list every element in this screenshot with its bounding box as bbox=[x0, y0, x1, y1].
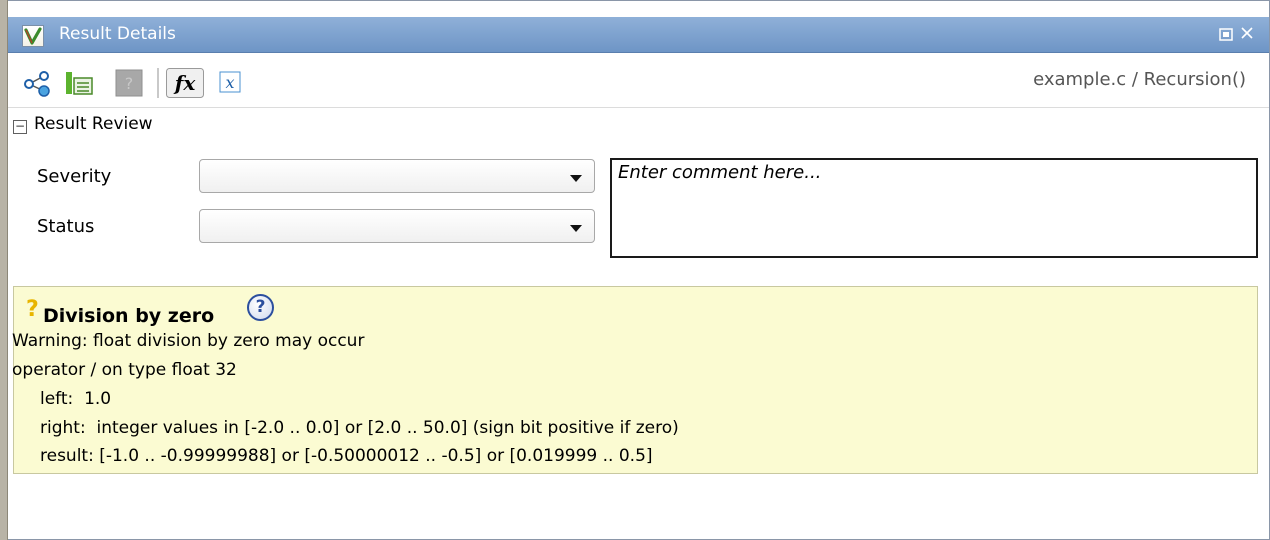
restore-icon[interactable] bbox=[1219, 26, 1233, 41]
severity-label: Severity bbox=[37, 166, 112, 187]
result-line: result: [-1.0 .. -0.99999988] or [-0.500… bbox=[40, 446, 653, 466]
chevron-down-icon bbox=[570, 225, 582, 232]
orange-check-icon: ? bbox=[26, 297, 39, 322]
fx-icon[interactable]: fx bbox=[166, 68, 204, 98]
severity-dropdown[interactable] bbox=[199, 159, 595, 193]
result-line: left: 1.0 bbox=[40, 389, 112, 409]
svg-text:fx: fx bbox=[173, 71, 197, 95]
x-variable-icon[interactable]: x bbox=[217, 68, 247, 98]
call-graph-icon[interactable] bbox=[22, 68, 52, 98]
comment-field[interactable]: Enter comment here... bbox=[610, 158, 1258, 258]
help-disabled-icon[interactable]: ? bbox=[114, 68, 144, 98]
comment-placeholder: Enter comment here... bbox=[618, 162, 822, 183]
toolbar-separator bbox=[157, 68, 159, 98]
result-line: operator / on type float 32 bbox=[12, 360, 237, 380]
svg-text:x: x bbox=[225, 73, 234, 92]
window-title: Result Details bbox=[59, 24, 176, 44]
left-frame-edge bbox=[0, 0, 8, 540]
result-title: Division by zero bbox=[43, 305, 215, 327]
status-dropdown[interactable] bbox=[199, 209, 595, 243]
help-icon[interactable]: ? bbox=[247, 294, 274, 321]
close-icon[interactable] bbox=[1239, 22, 1255, 42]
svg-text:?: ? bbox=[125, 74, 134, 93]
collapse-toggle-icon[interactable]: − bbox=[13, 120, 27, 134]
breadcrumb: example.c / Recursion() bbox=[1033, 69, 1246, 90]
app-icon bbox=[22, 25, 44, 47]
result-line: right: integer values in [-2.0 .. 0.0] o… bbox=[40, 418, 679, 438]
title-bar bbox=[8, 17, 1269, 53]
result-line: Warning: float division by zero may occu… bbox=[12, 331, 365, 351]
section-title: Result Review bbox=[34, 114, 153, 134]
status-label: Status bbox=[37, 216, 95, 237]
variable-access-icon[interactable] bbox=[64, 68, 94, 98]
chevron-down-icon bbox=[570, 175, 582, 182]
